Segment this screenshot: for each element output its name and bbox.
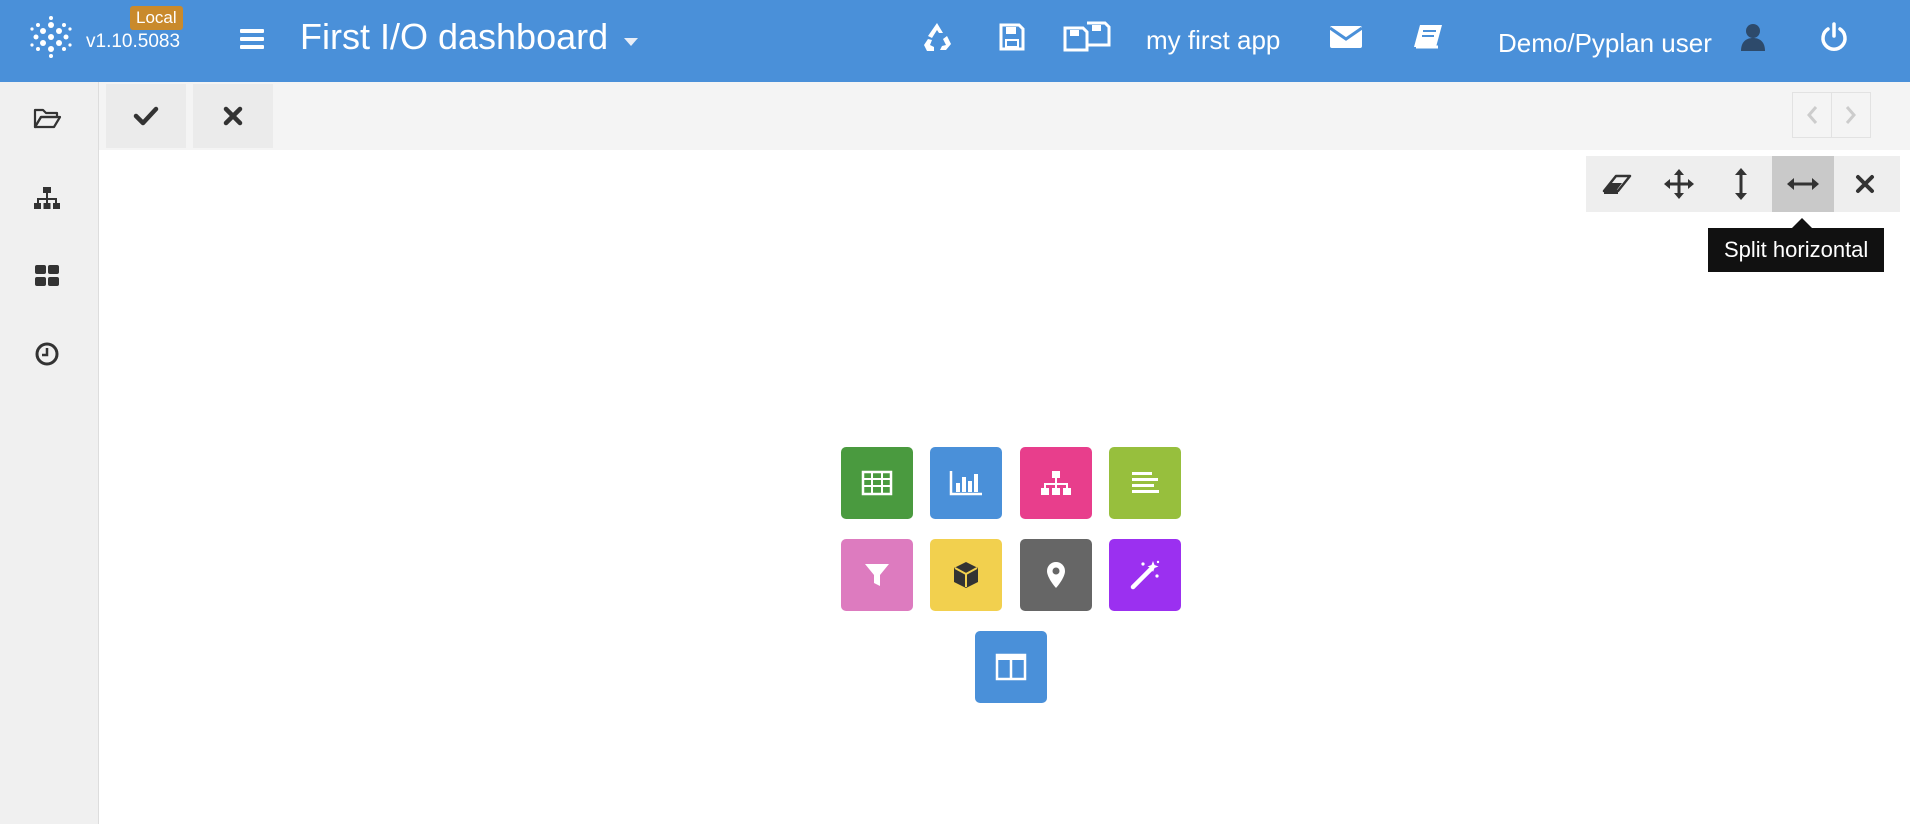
close-icon [223, 106, 243, 126]
dashboard-title[interactable]: First I/O dashboard [300, 16, 608, 58]
book-icon[interactable] [1408, 18, 1448, 56]
split-horizontal-icon[interactable] [1772, 156, 1834, 212]
filter-icon[interactable] [841, 539, 913, 611]
app-name[interactable]: my first app [1146, 25, 1280, 56]
env-badge: Local [130, 6, 183, 30]
sidebar [0, 82, 99, 824]
text-icon[interactable] [1109, 447, 1181, 519]
user-icon[interactable] [1736, 18, 1770, 56]
menu-icon[interactable] [238, 26, 266, 52]
close-icon[interactable] [1834, 156, 1896, 212]
user-name[interactable]: Demo/Pyplan user [1498, 28, 1712, 59]
cube-icon[interactable] [930, 539, 1002, 611]
diagram-icon[interactable] [1020, 447, 1092, 519]
chevron-left-icon [1807, 106, 1818, 124]
magic-wand-icon[interactable] [1109, 539, 1181, 611]
power-icon[interactable] [1816, 18, 1852, 56]
save-icon[interactable] [994, 18, 1030, 56]
split-vertical-icon[interactable] [1710, 156, 1772, 212]
bar-chart-icon[interactable] [930, 447, 1002, 519]
recycle-icon[interactable] [918, 18, 956, 56]
layout-split-icon[interactable] [975, 631, 1047, 703]
dashboard-icon[interactable] [26, 256, 68, 296]
version-label: v1.10.5083 [86, 31, 181, 52]
sitemap-icon[interactable] [26, 178, 68, 218]
save-as-icon[interactable] [1060, 18, 1116, 56]
confirm-button[interactable] [106, 84, 186, 148]
folder-open-icon[interactable] [26, 98, 68, 138]
clock-icon[interactable] [26, 334, 68, 374]
cancel-button[interactable] [193, 84, 273, 148]
prev-button[interactable] [1792, 92, 1832, 138]
table-icon[interactable] [841, 447, 913, 519]
envelope-icon[interactable] [1326, 18, 1366, 56]
chevron-right-icon [1845, 106, 1856, 124]
action-bar [99, 82, 1910, 150]
top-bar: v1.10.5083 Local First I/O dashboard my … [0, 0, 1910, 82]
map-marker-icon[interactable] [1020, 539, 1092, 611]
move-icon[interactable] [1648, 156, 1710, 212]
tooltip: Split horizontal [1708, 218, 1885, 272]
logo-icon[interactable] [28, 14, 74, 60]
eraser-icon[interactable] [1586, 156, 1648, 212]
check-icon [133, 106, 159, 126]
chevron-down-icon[interactable] [624, 38, 638, 46]
next-button[interactable] [1831, 92, 1871, 138]
layout-toolbar [1586, 156, 1900, 212]
